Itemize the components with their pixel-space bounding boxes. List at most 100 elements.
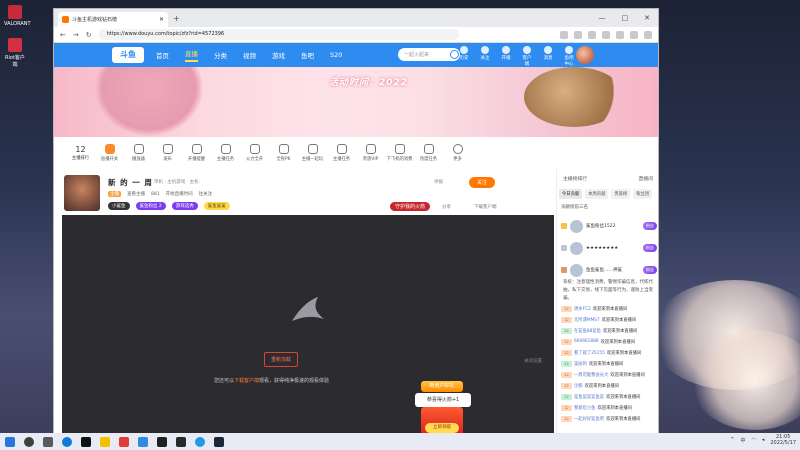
side-header-right[interactable]: 直播间 — [639, 175, 653, 182]
reload-button[interactable]: 重新加载 — [264, 352, 299, 367]
nav-fishbar[interactable]: 鱼吧 — [301, 50, 314, 60]
rank-item[interactable]: 鲨鱼粉丝1522 粉丝 — [561, 217, 657, 235]
app-icon[interactable] — [119, 436, 129, 447]
tool-task[interactable]: 主播任务 — [211, 144, 240, 162]
desktop-icon-valorant[interactable]: VALORANT — [4, 5, 31, 27]
browser-tab[interactable]: 斗鱼主机游戏钻石榜 ✕ — [58, 12, 168, 27]
tool-remind[interactable]: 开播提醒 — [182, 144, 211, 162]
minimize-button[interactable]: — — [599, 14, 606, 22]
tool-vip[interactable]: 贵族VIP — [356, 144, 385, 162]
chevron-up-icon[interactable]: ^ — [730, 437, 734, 443]
forward-icon[interactable]: → — [73, 31, 79, 39]
tool-heat[interactable]: 热度任务 — [414, 144, 443, 162]
chat-username[interactable]: 一起好好鲨鱼吧 — [574, 416, 604, 422]
app-icon[interactable] — [176, 436, 186, 447]
app-icon[interactable] — [157, 436, 167, 447]
close-window-button[interactable]: ✕ — [644, 14, 650, 22]
fan-level-chip[interactable]: 鲨鱼粉丝 2 — [135, 202, 166, 210]
chat-username[interactable]: 看了就了35155 — [574, 350, 605, 356]
report-button[interactable]: 举报 — [434, 179, 443, 185]
room-category[interactable]: 单机 · 主机游戏 · 主机· — [154, 179, 200, 185]
fan-chip[interactable]: 小鲨鱼 — [108, 202, 130, 210]
url-input[interactable]: https://www.douyu.com/topic/zfz?rid=4572… — [98, 29, 459, 40]
chat-username[interactable]: 在鲨鱼88鲨鱼 — [574, 328, 601, 334]
guard-button[interactable]: 守护我的火箭 — [390, 202, 431, 211]
nav-category[interactable]: 分类 — [214, 50, 227, 60]
tab-today[interactable]: 今日贡献 — [559, 189, 583, 199]
folder-icon[interactable] — [100, 436, 110, 447]
chat-username[interactable]: 666661888 — [574, 339, 599, 344]
chat-username[interactable]: 美丽的 — [574, 361, 587, 367]
task-view-icon[interactable] — [43, 436, 53, 447]
video-player[interactable]: 重新加载 您还可以下载客户端观看，获得纯净极速的观看体验 关闭设置 新用户好礼 … — [62, 215, 554, 434]
extension-icon[interactable] — [602, 30, 610, 39]
input-language[interactable]: 中 — [740, 437, 745, 444]
close-tab-icon[interactable]: ✕ — [159, 16, 164, 23]
tool-more[interactable]: 更多 — [443, 144, 472, 162]
penguin-icon[interactable] — [81, 436, 91, 447]
edge-icon[interactable] — [62, 436, 72, 447]
nav-live[interactable]: 直播 — [185, 48, 198, 62]
anchor-avatar[interactable] — [64, 175, 100, 211]
tool-pk[interactable]: 全民PK — [269, 144, 298, 162]
new-user-gift-popup[interactable]: 新用户好礼 恭喜得火箭+1 立即领取 — [407, 365, 477, 434]
game-chip[interactable]: 游戏选秀 — [171, 202, 198, 210]
download-client-link[interactable]: 下载客户端 — [234, 378, 259, 384]
shark-chip[interactable]: 鲨鱼鲨鲨 — [203, 202, 230, 210]
tab-fans[interactable]: 粉丝团 — [633, 189, 653, 199]
top-link-follow[interactable]: 关注 — [479, 46, 491, 67]
extension-icon[interactable] — [574, 30, 582, 39]
close-setting-link[interactable]: 关闭设置 — [524, 358, 542, 364]
side-header-left[interactable]: 主播榜排行 — [563, 175, 587, 182]
tool-live-toggle[interactable]: 直播开关 — [95, 144, 124, 162]
client-download-button[interactable]: 下载客户端 — [474, 204, 497, 210]
rank-item[interactable]: ★★★★★★★★ 粉丝 — [561, 239, 657, 257]
extension-icon[interactable] — [616, 30, 624, 39]
chat-username[interactable]: 企鹅 — [574, 383, 583, 389]
back-icon[interactable]: ← — [60, 31, 66, 39]
top-link-messages[interactable]: 消息 — [542, 46, 554, 67]
clock[interactable]: 21:05 2022/5/17 — [770, 434, 796, 446]
douyu-logo[interactable]: 斗鱼 — [112, 47, 144, 63]
extension-icon[interactable] — [560, 30, 568, 39]
nav-game[interactable]: 游戏 — [272, 50, 285, 60]
maximize-button[interactable]: □ — [622, 14, 629, 22]
search-icon[interactable] — [24, 436, 34, 447]
chat-username[interactable]: 一周可能我会长大 — [574, 372, 608, 378]
tool-player[interactable]: 播放器 — [124, 144, 153, 162]
app-icon[interactable] — [195, 436, 205, 447]
anchor-name[interactable]: 查看主播 — [127, 191, 145, 197]
top-link-center[interactable]: 鱼吧中心 — [563, 46, 575, 67]
claim-gift-button[interactable]: 立即领取 — [425, 423, 459, 433]
follow-link[interactable]: 往关注 — [199, 191, 213, 197]
rank-item[interactable]: 鱼鱼鲨鱼……神鲨 粉丝 — [561, 261, 657, 279]
share-button[interactable]: 分享 — [442, 204, 451, 210]
top-link-broadcast[interactable]: 开播 — [500, 46, 512, 67]
desktop-icon-riot-client[interactable]: Riot客户端 — [4, 38, 26, 68]
nav-s20[interactable]: S20 — [330, 51, 342, 59]
steam-icon[interactable] — [214, 436, 224, 447]
top-link-client[interactable]: 客户端 — [521, 46, 533, 67]
app-icon[interactable] — [138, 436, 148, 447]
tool-fire[interactable]: 火力全开 — [240, 144, 269, 162]
nav-home[interactable]: 首页 — [156, 50, 169, 60]
nav-video[interactable]: 视频 — [243, 50, 256, 60]
anchor-rank[interactable]: 12 主播排行 — [66, 145, 95, 161]
chat-username[interactable]: 无所谓MMS7 — [574, 317, 600, 323]
windows-start-icon[interactable] — [5, 436, 15, 447]
refresh-icon[interactable]: ↻ — [86, 31, 92, 39]
extension-icon[interactable] — [588, 30, 596, 39]
tab-week[interactable]: 本周贡献 — [585, 189, 609, 199]
network-icon[interactable]: ◠ — [751, 437, 755, 443]
chat-username[interactable]: 鲨鱼鲨鲨鲨鱼鲨 — [574, 394, 604, 400]
chat-username[interactable]: 清水FC2 — [574, 306, 591, 312]
profile-icon[interactable] — [630, 30, 638, 39]
tool-anchor-task[interactable]: 主播任务 — [327, 144, 356, 162]
tool-publish[interactable]: 发布 — [153, 144, 182, 162]
follow-button[interactable]: 关注 — [469, 177, 496, 188]
tool-plane[interactable]: 下飞机的消费 — [385, 144, 414, 162]
volume-icon[interactable]: ◂ — [762, 437, 765, 443]
new-tab-button[interactable]: + — [173, 14, 180, 23]
top-link-history[interactable]: 历史 — [458, 46, 470, 67]
event-banner[interactable]: 活动时间：2022 — [54, 67, 658, 137]
